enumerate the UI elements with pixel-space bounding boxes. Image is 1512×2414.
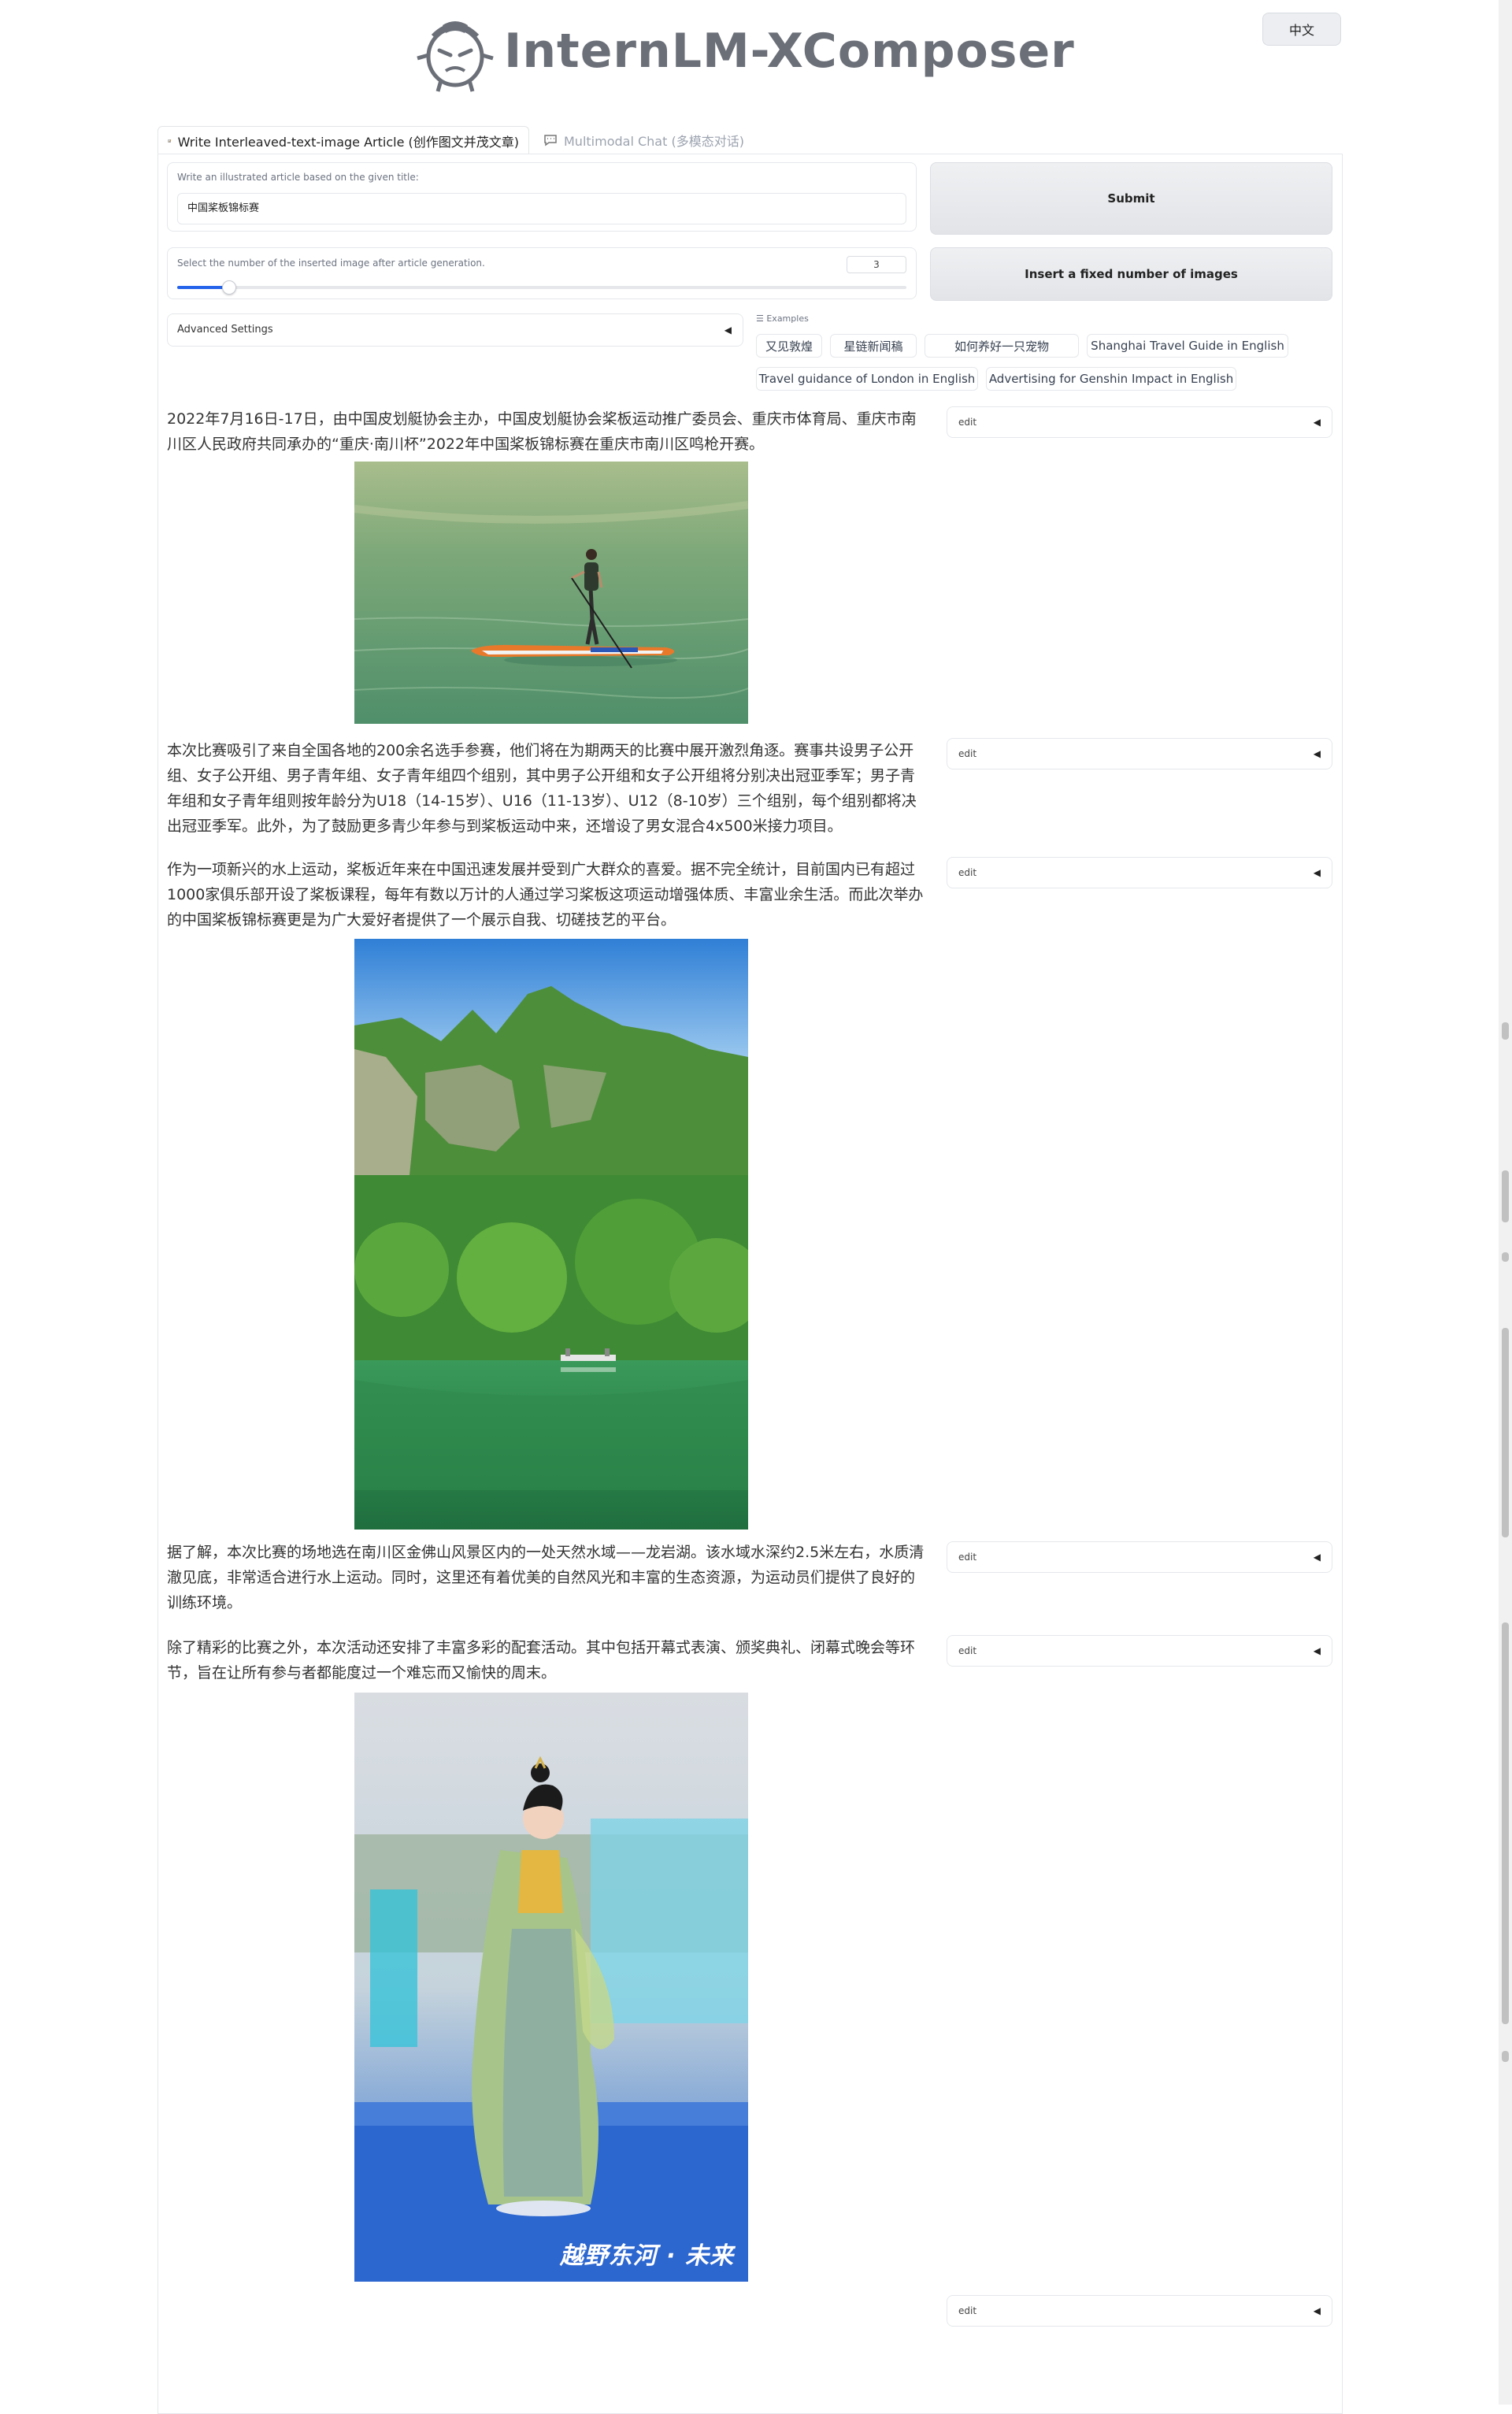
edit-label: edit <box>958 417 977 428</box>
caret-left-icon: ◀ <box>1313 417 1321 428</box>
scroll-thumb[interactable] <box>1502 1252 1509 1262</box>
tab-multimodal-chat[interactable]: Multimodal Chat (多模态对话) <box>534 126 754 154</box>
tab-write-article-label: Write Interleaved-text-image Article (创作… <box>177 134 519 150</box>
tab-multimodal-chat-label: Multimodal Chat (多模态对话) <box>564 134 744 149</box>
edit-accordion[interactable]: edit ◀ <box>947 857 1332 888</box>
edit-label: edit <box>958 867 977 878</box>
article-paragraph: 据了解，本次比赛的场地选在南川区金佛山风景区内的一处天然水域——龙岩湖。该水域水… <box>167 1544 925 1611</box>
example-chip[interactable]: 星链新闻稿 <box>830 334 917 358</box>
scroll-thumb[interactable] <box>1502 1328 1509 1537</box>
caret-left-icon: ◀ <box>1313 748 1321 759</box>
edit-accordion[interactable]: edit ◀ <box>947 738 1332 769</box>
title-input-block: Write an illustrated article based on th… <box>167 162 917 232</box>
example-chip[interactable]: 如何养好一只宠物 <box>925 334 1079 358</box>
logo <box>417 21 494 92</box>
edit-accordion[interactable]: edit ◀ <box>947 406 1332 438</box>
edit-accordion[interactable]: edit ◀ <box>947 2295 1332 2327</box>
title-input[interactable]: 中国桨板锦标赛 <box>177 193 906 224</box>
article-paragraph: 除了精彩的比赛之外，本次活动还安排了丰富多彩的配套活动。其中包括开幕式表演、颁奖… <box>167 1639 916 1682</box>
edit-label: edit <box>958 1552 977 1563</box>
image-count-slider[interactable] <box>177 280 906 295</box>
advanced-settings-label: Advanced Settings <box>177 324 273 336</box>
example-chip[interactable]: Shanghai Travel Guide in English <box>1087 334 1288 358</box>
lake-mountain-photo <box>354 939 748 1530</box>
list-icon: ☰ <box>756 313 767 324</box>
title-input-label: Write an illustrated article based on th… <box>177 172 419 183</box>
scroll-thumb[interactable] <box>1502 1170 1509 1222</box>
paddleboard-photo <box>354 462 748 724</box>
slider-thumb[interactable] <box>221 280 236 295</box>
language-toggle-button[interactable]: 中文 <box>1262 13 1341 46</box>
submit-button[interactable]: Submit <box>930 162 1332 235</box>
edit-label: edit <box>958 2305 977 2316</box>
chat-bubble-icon <box>544 135 557 146</box>
scroll-thumb[interactable] <box>1502 1622 1509 2024</box>
article-paragraph: 本次比赛吸引了来自全国各地的200余名选手参赛，他们将在为期两天的比赛中展开激烈… <box>167 742 917 835</box>
advanced-settings-accordion[interactable]: Advanced Settings ◀ <box>167 313 743 347</box>
photo-watermark: 越野东河 · 未来 <box>559 2242 734 2270</box>
scroll-thumb[interactable] <box>1502 2051 1509 2062</box>
tab-bar: Write Interleaved-text-image Article (创作… <box>158 126 1343 154</box>
tab-panel <box>158 154 1343 2414</box>
edit-label: edit <box>958 1645 977 1656</box>
slider-fill <box>177 286 228 289</box>
insert-images-button[interactable]: Insert a fixed number of images <box>930 247 1332 301</box>
example-chip[interactable]: Advertising for Genshin Impact in Englis… <box>986 367 1236 391</box>
article-paragraph: 2022年7月16日-17日，由中国皮划艇协会主办，中国皮划艇协会桨板运动推广委… <box>167 410 917 453</box>
edit-label: edit <box>958 748 977 759</box>
examples-label: ☰ Examples <box>756 313 809 324</box>
edit-accordion[interactable]: edit ◀ <box>947 1541 1332 1573</box>
hanfu-woman-photo-frame: 越野东河 · 未来 <box>354 1693 748 2282</box>
image-count-number-input[interactable]: 3 <box>847 256 906 273</box>
example-chip[interactable]: Travel guidance of London in English <box>756 367 978 391</box>
image-count-label: Select the number of the inserted image … <box>177 258 485 269</box>
caret-left-icon: ◀ <box>1313 1552 1321 1563</box>
edit-accordion[interactable]: edit ◀ <box>947 1635 1332 1667</box>
caret-left-icon: ◀ <box>1313 1645 1321 1656</box>
hanfu-woman-photo <box>354 1693 748 2282</box>
caret-left-icon: ◀ <box>1313 867 1321 878</box>
page-scrollbar[interactable] <box>1499 0 1512 2405</box>
scroll-thumb[interactable] <box>1502 1022 1509 1040</box>
tab-write-article[interactable]: Write Interleaved-text-image Article (创作… <box>158 126 529 154</box>
article-paragraph: 作为一项新兴的水上运动，桨板近年来在中国迅速发展并受到广大群众的喜爱。据不完全统… <box>167 861 924 929</box>
caret-left-icon: ◀ <box>1313 2305 1321 2316</box>
notepad-icon <box>168 139 172 143</box>
caret-left-icon: ◀ <box>724 324 732 336</box>
image-count-block: Select the number of the inserted image … <box>167 247 917 299</box>
example-chip[interactable]: 又见敦煌 <box>756 334 822 358</box>
app-title: InternLM-XComposer <box>504 24 1075 79</box>
